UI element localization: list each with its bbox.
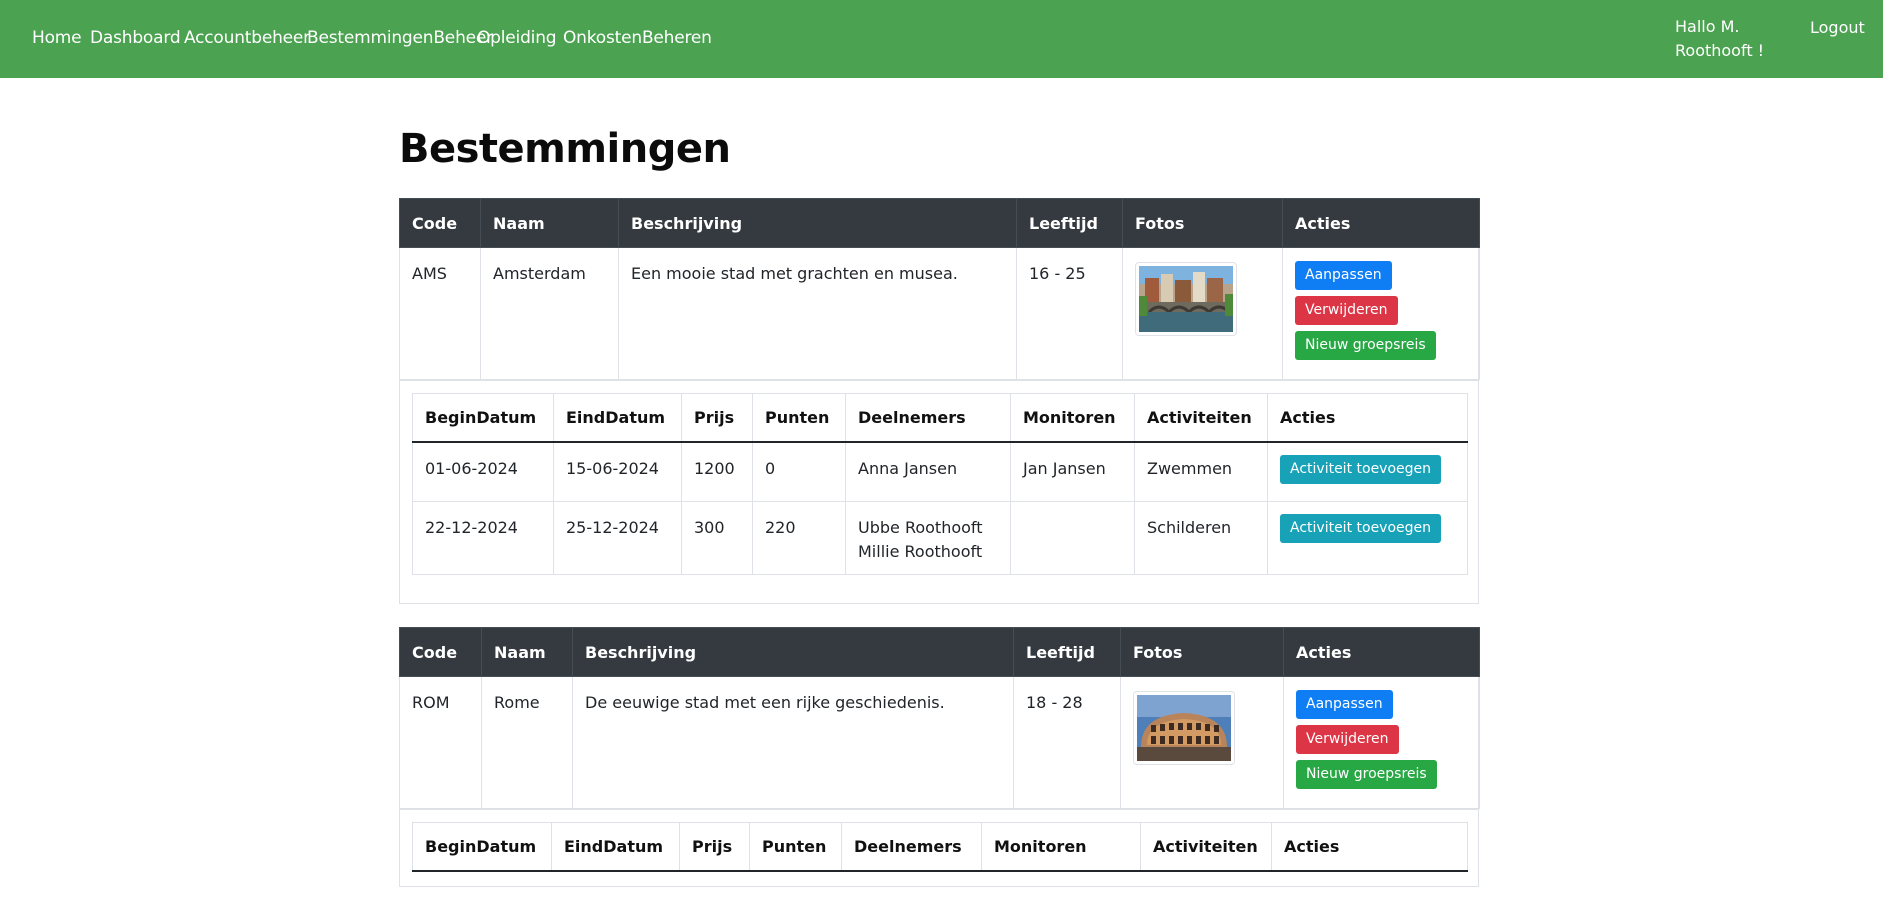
group-trips-section: BeginDatum EindDatum Prijs Punten Deelne… <box>400 380 1478 603</box>
col-header-prijs: Prijs <box>681 393 753 443</box>
col-header-leeftijd: Leeftijd <box>1016 198 1123 248</box>
destination-age: 16 - 25 <box>1016 247 1123 380</box>
destination-card: Code Naam Beschrijving Leeftijd Fotos Ac… <box>399 627 1480 887</box>
page-title: Bestemmingen <box>399 126 731 172</box>
trip-end-date: 15-06-2024 <box>553 441 682 502</box>
col-header-fotos: Fotos <box>1120 627 1284 677</box>
destination-age: 18 - 28 <box>1013 676 1121 809</box>
col-header-naam: Naam <box>481 627 573 677</box>
col-header-trip-acties: Acties <box>1267 393 1468 443</box>
trip-points: 220 <box>752 501 846 575</box>
colosseum-photo <box>1133 691 1235 765</box>
add-activity-button[interactable]: Activiteit toevoegen <box>1280 454 1442 484</box>
nav-link-dashboard[interactable]: Dashboard <box>90 28 181 48</box>
destination-name: Amsterdam <box>480 247 619 380</box>
col-header-activiteiten: Activiteiten <box>1134 393 1268 443</box>
destination-description: De eeuwige stad met een rijke geschieden… <box>572 676 1014 809</box>
trip-participants: Anna Jansen <box>845 441 1011 502</box>
nav-link-home[interactable]: Home <box>32 28 82 48</box>
destination-row: AMS Amsterdam Een mooie stad met grachte… <box>399 247 1480 380</box>
trip-activities: Schilderen <box>1134 501 1268 575</box>
col-header-leeftijd: Leeftijd <box>1013 627 1121 677</box>
col-header-fotos: Fotos <box>1122 198 1283 248</box>
trip-actions: Activiteit toevoegen <box>1267 501 1468 575</box>
group-trips-table: BeginDatum EindDatum Prijs Punten Deelne… <box>412 393 1468 575</box>
destination-header-row: Code Naam Beschrijving Leeftijd Fotos Ac… <box>399 198 1480 248</box>
col-header-monitoren: Monitoren <box>1010 393 1135 443</box>
destination-actions: Aanpassen Verwijderen Nieuw groepsreis <box>1282 247 1480 380</box>
destination-card: Code Naam Beschrijving Leeftijd Fotos Ac… <box>399 198 1480 604</box>
new-group-trip-button[interactable]: Nieuw groepsreis <box>1296 760 1437 789</box>
trip-header-row: BeginDatum EindDatum Prijs Punten Deelne… <box>412 393 1468 443</box>
trip-begin-date: 01-06-2024 <box>412 441 554 502</box>
edit-button[interactable]: Aanpassen <box>1295 261 1392 290</box>
col-header-einddatum: EindDatum <box>553 393 682 443</box>
col-header-punten: Punten <box>749 822 842 872</box>
delete-button[interactable]: Verwijderen <box>1295 296 1398 325</box>
destination-photo-cell <box>1120 676 1284 809</box>
edit-button[interactable]: Aanpassen <box>1296 690 1393 719</box>
trip-header-row: BeginDatum EindDatum Prijs Punten Deelne… <box>412 822 1468 872</box>
nav-link-accountbeheer[interactable]: Accountbeheer <box>184 28 310 48</box>
trip-begin-date: 22-12-2024 <box>412 501 554 575</box>
col-header-acties: Acties <box>1282 198 1480 248</box>
col-header-activiteiten: Activiteiten <box>1140 822 1272 872</box>
col-header-einddatum: EindDatum <box>551 822 680 872</box>
col-header-code: Code <box>399 627 482 677</box>
user-greeting: Hallo M. Roothooft ! <box>1675 17 1765 60</box>
col-header-monitoren: Monitoren <box>981 822 1141 872</box>
delete-button[interactable]: Verwijderen <box>1296 725 1399 754</box>
col-header-deelnemers: Deelnemers <box>841 822 982 872</box>
participant-name: Ubbe Roothooft <box>858 518 983 537</box>
trip-price: 300 <box>681 501 753 575</box>
new-group-trip-button[interactable]: Nieuw groepsreis <box>1295 331 1436 360</box>
col-header-beschrijving: Beschrijving <box>618 198 1017 248</box>
col-header-prijs: Prijs <box>679 822 750 872</box>
trip-monitors: Jan Jansen <box>1010 441 1135 502</box>
col-header-punten: Punten <box>752 393 846 443</box>
trip-activities: Zwemmen <box>1134 441 1268 502</box>
destination-row: ROM Rome De eeuwige stad met een rijke g… <box>399 676 1480 809</box>
destination-table: Code Naam Beschrijving Leeftijd Fotos Ac… <box>399 198 1480 380</box>
add-activity-button[interactable]: Activiteit toevoegen <box>1280 514 1442 543</box>
trip-row: 01-06-2024 15-06-2024 1200 0 Anna Jansen… <box>412 441 1468 502</box>
col-header-acties: Acties <box>1283 627 1480 677</box>
col-header-trip-acties: Acties <box>1271 822 1468 872</box>
nav-link-onkostenbeheren[interactable]: OnkostenBeheren <box>563 28 712 48</box>
amsterdam-canal-photo <box>1135 262 1237 336</box>
col-header-naam: Naam <box>480 198 619 248</box>
trip-points: 0 <box>752 441 846 502</box>
colosseum-image <box>1137 695 1231 761</box>
destination-description: Een mooie stad met grachten en musea. <box>618 247 1017 380</box>
amsterdam-canal-image <box>1139 266 1233 332</box>
trip-monitors <box>1010 501 1135 575</box>
trip-row: 22-12-2024 25-12-2024 300 220 Ubbe Rooth… <box>412 501 1468 575</box>
nav-link-opleiding[interactable]: Opleiding <box>477 28 557 48</box>
destination-header-row: Code Naam Beschrijving Leeftijd Fotos Ac… <box>399 627 1480 677</box>
trip-price: 1200 <box>681 441 753 502</box>
col-header-begindatum: BeginDatum <box>412 822 552 872</box>
col-header-begindatum: BeginDatum <box>412 393 554 443</box>
participant-name: Anna Jansen <box>858 458 958 478</box>
destination-actions: Aanpassen Verwijderen Nieuw groepsreis <box>1283 676 1480 809</box>
trip-end-date: 25-12-2024 <box>553 501 682 575</box>
destination-table: Code Naam Beschrijving Leeftijd Fotos Ac… <box>399 627 1480 809</box>
col-header-deelnemers: Deelnemers <box>845 393 1011 443</box>
logout-link[interactable]: Logout <box>1810 18 1865 37</box>
group-trips-table: BeginDatum EindDatum Prijs Punten Deelne… <box>412 822 1468 872</box>
navbar: Home Dashboard Accountbeheer Bestemminge… <box>0 0 1883 78</box>
destination-name: Rome <box>481 676 573 809</box>
destination-code: AMS <box>399 247 481 380</box>
col-header-beschrijving: Beschrijving <box>572 627 1014 677</box>
participant-name: Millie Roothooft <box>858 542 983 561</box>
trip-participants: Ubbe Roothooft Millie Roothooft <box>845 501 1011 575</box>
trip-actions: Activiteit toevoegen <box>1267 441 1468 502</box>
destination-code: ROM <box>399 676 482 809</box>
nav-link-bestemmingenbeheer[interactable]: BestemmingenBeheer <box>307 28 493 48</box>
destination-photo-cell <box>1122 247 1283 380</box>
col-header-code: Code <box>399 198 481 248</box>
group-trips-section: BeginDatum EindDatum Prijs Punten Deelne… <box>400 809 1478 900</box>
